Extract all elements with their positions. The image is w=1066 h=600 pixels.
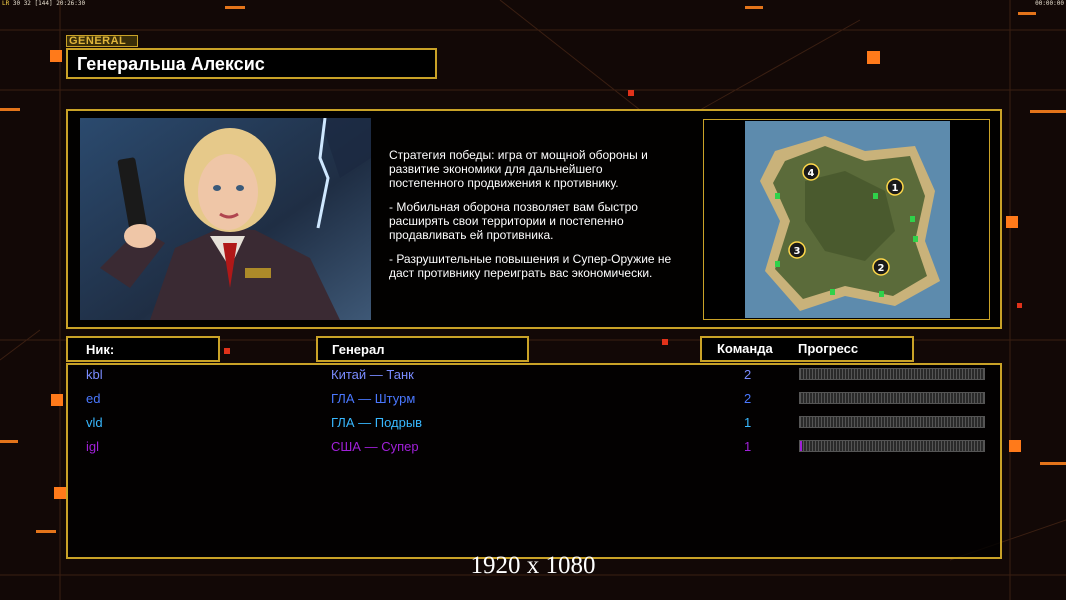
player-general: ГЛА — Подрыв (331, 415, 423, 430)
general-title-box: Генеральша Алексис (66, 48, 437, 79)
description-paragraph: Стратегия победы: игра от мощной обороны… (389, 148, 648, 190)
map-start-2: 2 (878, 263, 885, 274)
header-team-label: Команда (717, 341, 773, 356)
header-general: Генерал (316, 336, 529, 362)
player-progress-bar (799, 440, 985, 452)
clock-right: 00:00:00 (1035, 0, 1064, 7)
general-description: Стратегия победы: игра от мощной обороны… (389, 148, 699, 290)
player-progress-bar (799, 416, 985, 428)
header-progress-label: Прогресс (798, 341, 859, 356)
player-progress-bar (799, 392, 985, 404)
description-paragraph: - Разрушительные повышения и Супер-Оружи… (389, 252, 672, 280)
map-start-3: 3 (794, 246, 801, 257)
general-portrait (80, 118, 371, 320)
player-row: kbl Китай — Танк 2 (0, 365, 1066, 385)
player-row: igl США — Супер 1 (0, 437, 1066, 457)
player-nick: kbl (86, 367, 103, 382)
map-start-4: 4 (808, 168, 815, 179)
player-team: 2 (744, 367, 752, 382)
player-row: vld ГЛА — Подрыв 1 (0, 413, 1066, 433)
map-preview: 1 2 3 4 (745, 121, 950, 318)
player-row: ed ГЛА — Штурм 2 (0, 389, 1066, 409)
player-team: 2 (744, 391, 752, 406)
hud-fps: LR 30 32 [144] 20:26:30 (2, 0, 85, 8)
fps-values: 30 32 (12, 0, 31, 7)
player-general: США — Супер (331, 439, 419, 454)
description-paragraph: - Мобильная оборона позволяет вам быстро… (389, 200, 638, 242)
player-nick: igl (86, 439, 100, 454)
player-nick: vld (86, 415, 103, 430)
header-nick-label: Ник: (86, 342, 115, 357)
player-general: ГЛА — Штурм (331, 391, 416, 406)
fps-extra: [144] (34, 0, 53, 7)
player-nick: ed (86, 391, 101, 406)
header-general-label: Генерал (332, 342, 385, 357)
progress-fill (800, 441, 802, 451)
clock-left: 20:26:30 (56, 0, 86, 7)
header-nick: Ник: (66, 336, 220, 362)
resolution-label: 1920 x 1080 (470, 552, 596, 579)
header-team-progress: Команда Прогресс (700, 336, 914, 362)
fps-prefix: LR (2, 0, 10, 7)
general-tag: GENERAL (66, 35, 138, 47)
map-start-1: 1 (892, 183, 899, 194)
player-team: 1 (744, 415, 752, 430)
player-team: 1 (744, 439, 752, 454)
player-progress-bar (799, 368, 985, 380)
general-name: Генеральша Алексис (77, 54, 265, 74)
player-general: Китай — Танк (331, 367, 414, 382)
